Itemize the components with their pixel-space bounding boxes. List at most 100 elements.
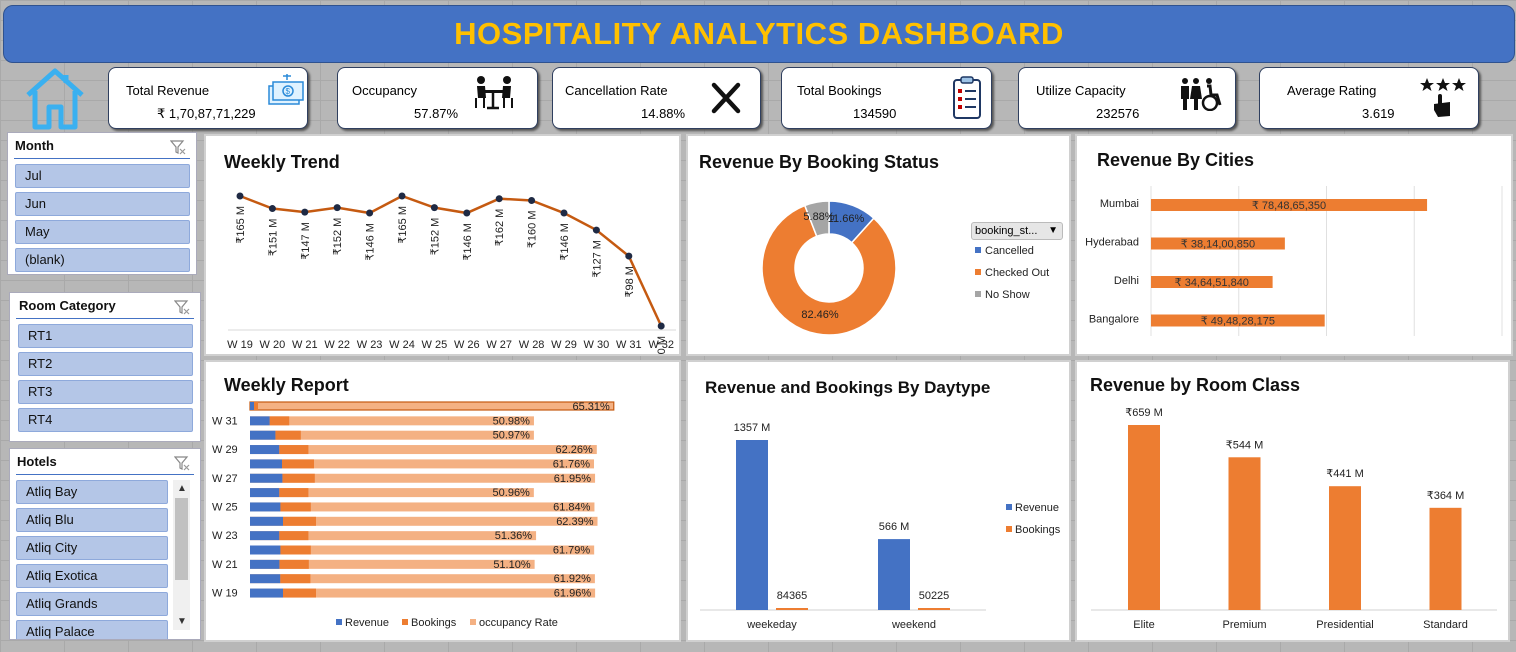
x-tick-label: W 28 (519, 339, 545, 351)
kpi-value: 57.87% (414, 106, 459, 121)
trend-point (398, 192, 406, 200)
dropdown-arrow-icon: ▼ (1048, 225, 1058, 236)
slicer-item-atliq-bay[interactable]: Atliq Bay (16, 480, 168, 504)
slicer-divider (16, 318, 194, 319)
slicer-item-blank[interactable]: (blank) (15, 248, 190, 272)
slicer-item-rt3[interactable]: RT3 (18, 380, 193, 404)
slicer-item-atliq-blu[interactable]: Atliq Blu (16, 508, 168, 532)
slicer-title: Month (15, 138, 54, 153)
x-tick-label: W 30 (584, 339, 610, 351)
slicer-item-atliq-city[interactable]: Atliq City (16, 536, 168, 560)
trend-data-label: ₹98 M (624, 266, 636, 297)
occupancy-data-label: 51.10% (493, 559, 531, 571)
chevron-down-icon[interactable]: ▼ (177, 616, 187, 627)
occupancy-data-label: 61.76% (553, 458, 591, 470)
legend-label: Checked Out (985, 267, 1049, 279)
revenue-bar (250, 502, 281, 512)
kpi-label: Utilize Capacity (1036, 83, 1126, 98)
slicer-item-jun[interactable]: Jun (15, 192, 190, 216)
trend-data-label: ₹165 M (235, 206, 247, 244)
weekly-trend-chart: ₹165 M W 19 ₹151 M W 20 ₹147 M W 21 ₹152 M W 22… (227, 192, 676, 354)
home-icon[interactable] (22, 65, 88, 131)
scrollbar-thumb[interactable] (175, 498, 188, 580)
slicer-item-rt2[interactable]: RT2 (18, 352, 193, 376)
room-class-bar (1429, 507, 1462, 610)
slicer-item-jul[interactable]: Jul (15, 164, 190, 188)
bar-data-label: 50225 (919, 590, 950, 602)
dashboard-title-bar: HOSPITALITY ANALYTICS DASHBOARD (3, 5, 1515, 63)
daytype-chart: 1357 M 84365 weekeday 566 M 50225 weekend Reve… (700, 422, 1061, 631)
slicer-room-category: Room Category RT1 RT2 RT3 RT4 (9, 292, 201, 442)
revenue-bar (250, 559, 280, 569)
legend-label: Bookings (1015, 524, 1061, 536)
trend-point (592, 226, 600, 234)
slicer-divider (16, 474, 194, 475)
revenue-bar (250, 531, 280, 541)
slicer-scrollbar[interactable]: ▲ ▼ (173, 480, 190, 630)
trend-point (430, 204, 438, 212)
clear-filter-icon[interactable] (173, 455, 190, 476)
occupancy-data-label: 50.96% (493, 487, 531, 499)
kpi-value: 232576 (1096, 106, 1140, 121)
slicer-item-atliq-palace[interactable]: Atliq Palace (16, 620, 168, 639)
bar-data-label: ₹ 49,48,28,175 (1201, 316, 1275, 328)
y-tick-label: W 31 (212, 415, 238, 427)
weekly-report-chart: 65.31% 50.98% W 31 50.97% 62.26% W 29 61.76% 61… (212, 401, 615, 629)
panel-weekly-trend: Weekly Trend ₹165 MW 19 ₹151 MW 20 ₹147 MW… (204, 134, 681, 356)
revenue-bar (250, 473, 283, 483)
bookings-bar (279, 488, 309, 498)
x-tick-label: Elite (1133, 619, 1154, 631)
slicer-month: Month Jul Jun May (blank) (7, 132, 197, 275)
panel-revenue-by-cities: Revenue By Cities Mumbai ₹ 78,48,65,350 Hy… (1075, 134, 1513, 356)
clear-filter-icon[interactable] (169, 139, 186, 160)
bar-data-label: ₹544 M (1226, 439, 1264, 451)
trend-point (657, 322, 665, 330)
trend-point (528, 196, 536, 204)
slicer-item-may[interactable]: May (15, 220, 190, 244)
revenue-bar (878, 539, 910, 610)
x-tick-label: W 19 (227, 339, 253, 351)
panel-revenue-bookings-daytype: Revenue and Bookings By Daytype 1357 M 84… (686, 360, 1071, 642)
slicer-item-rt4[interactable]: RT4 (18, 408, 193, 432)
occupancy-data-label: 61.84% (553, 501, 591, 513)
slicer-item-atliq-grands[interactable]: Atliq Grands (16, 592, 168, 616)
bookings-bar (279, 445, 309, 455)
slicer-item-rt1[interactable]: RT1 (18, 324, 193, 348)
bar-data-label: 84365 (777, 590, 808, 602)
people-icon (1179, 77, 1225, 116)
slicer-item-atliq-exotica[interactable]: Atliq Exotica (16, 564, 168, 588)
revenue-bar (250, 516, 283, 526)
revenue-bar (250, 459, 282, 469)
bar-data-label: ₹ 34,64,51,840 (1175, 277, 1249, 289)
x-tick-label: weekend (891, 619, 936, 631)
kpi-label: Cancellation Rate (565, 83, 668, 98)
bar-data-label: ₹364 M (1427, 490, 1465, 502)
legend-label: occupancy Rate (479, 617, 558, 629)
chevron-up-icon[interactable]: ▲ (177, 483, 187, 494)
y-tick-label: W 25 (212, 501, 238, 513)
revenue-bar (250, 402, 254, 410)
trend-point (366, 209, 374, 217)
revenue-by-cities-chart: Mumbai ₹ 78,48,65,350 Hyderabad ₹ 38,14,00,… (1085, 186, 1503, 336)
legend-label: Cancelled (985, 245, 1034, 257)
legend-label: Bookings (411, 617, 457, 629)
x-tick-label: weekeday (746, 619, 797, 631)
occupancy-data-label: 61.95% (554, 473, 592, 485)
clear-filter-icon[interactable] (173, 299, 190, 320)
legend-filter-dropdown[interactable]: booking_st... ▼ (971, 222, 1063, 240)
kpi-total-bookings: Total Bookings 134590 (781, 67, 992, 129)
occupancy-data-label: 50.97% (493, 430, 531, 442)
revenue-bar (250, 445, 280, 455)
x-tick-label: W 22 (324, 339, 350, 351)
legend-swatch (975, 247, 981, 253)
occupancy-data-label: 65.31% (572, 401, 610, 413)
bookings-bar (283, 588, 316, 598)
trend-data-label: ₹146 M (559, 223, 571, 261)
room-class-bar (1128, 425, 1160, 610)
revenue-bar (250, 430, 276, 440)
x-tick-label: W 24 (389, 339, 415, 351)
legend-swatch (470, 619, 476, 625)
x-tick-label: Presidential (1316, 619, 1373, 631)
occupancy-data-label: 62.26% (555, 444, 593, 456)
legend-swatch (402, 619, 408, 625)
